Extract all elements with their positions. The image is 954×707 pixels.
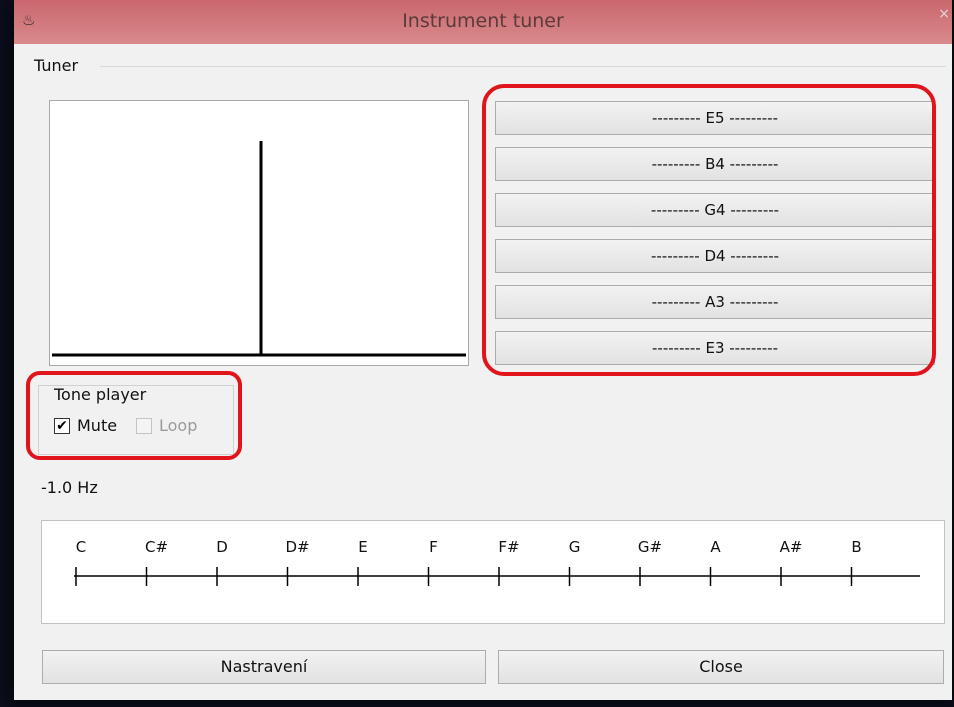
close-window-icon[interactable]: × bbox=[938, 6, 950, 22]
scale-note-label: G# bbox=[638, 538, 662, 556]
tuning-needle-graph bbox=[52, 141, 466, 357]
tuner-window: ♨ Instrument tuner × Tuner --------- E5 … bbox=[14, 0, 952, 700]
string-buttons-highlight bbox=[482, 84, 936, 376]
scale-note-label: F bbox=[429, 538, 438, 556]
tuner-group-divider bbox=[100, 66, 946, 67]
frequency-readout: -1.0 Hz bbox=[41, 478, 98, 497]
scale-note-label: C bbox=[76, 538, 86, 556]
scale-note-label: B bbox=[851, 538, 861, 556]
scale-note-label: A bbox=[710, 538, 721, 556]
title-bar: ♨ Instrument tuner × bbox=[14, 0, 952, 44]
scale-note-label: E bbox=[358, 538, 367, 556]
scale-note-label: D bbox=[216, 538, 228, 556]
window-title: Instrument tuner bbox=[402, 10, 564, 32]
scale-note-label: G bbox=[569, 538, 581, 556]
note-scale: C C# D D# E F F# G G# A A# B bbox=[74, 538, 920, 586]
settings-button[interactable]: Nastravení bbox=[42, 650, 486, 684]
tuner-group-label: Tuner bbox=[34, 56, 83, 75]
scale-note-label: F# bbox=[498, 538, 519, 556]
scale-note-label: A# bbox=[780, 538, 803, 556]
tone-player-highlight bbox=[26, 371, 242, 460]
note-scale-panel: C C# D D# E F F# G G# A A# B bbox=[41, 520, 945, 624]
close-button[interactable]: Close bbox=[498, 650, 944, 684]
tuning-display bbox=[49, 100, 469, 366]
scale-note-label: C# bbox=[145, 538, 168, 556]
scale-note-label: D# bbox=[285, 538, 309, 556]
